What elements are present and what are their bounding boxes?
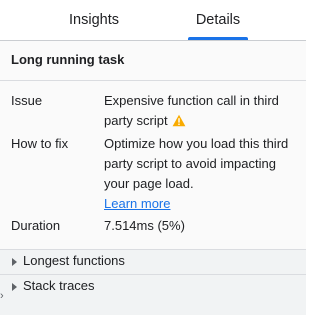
warning-icon (172, 113, 186, 133)
how-to-fix-value: Optimize how you load this third party s… (104, 134, 304, 214)
chevron-right-icon[interactable]: › (0, 288, 6, 304)
tab-bar: Insights Details (0, 0, 306, 41)
expand-caret-icon (12, 283, 17, 291)
tab-insights[interactable]: Insights (44, 0, 144, 40)
issue-label: Issue (11, 93, 43, 108)
duration-value: 7.514ms (5%) (104, 218, 185, 233)
issue-value: Expensive function call in third party s… (104, 91, 304, 133)
how-to-fix-text: Optimize how you load this third party s… (104, 136, 289, 191)
learn-more-link[interactable]: Learn more (104, 196, 170, 211)
how-to-fix-label: How to fix (11, 136, 69, 151)
duration-label: Duration (11, 218, 61, 233)
selected-tab-indicator (188, 37, 248, 40)
section-label: Stack traces (23, 278, 95, 293)
section-stack-traces[interactable]: Stack traces (0, 274, 306, 315)
section-label: Longest functions (23, 253, 125, 268)
section-longest-functions[interactable]: Longest functions (0, 249, 306, 274)
tab-details[interactable]: Details (186, 0, 250, 40)
panel-title: Long running task (11, 52, 125, 67)
issue-text: Expensive function call in third party s… (104, 93, 279, 128)
expand-caret-icon (12, 258, 17, 266)
title-divider (0, 80, 306, 81)
